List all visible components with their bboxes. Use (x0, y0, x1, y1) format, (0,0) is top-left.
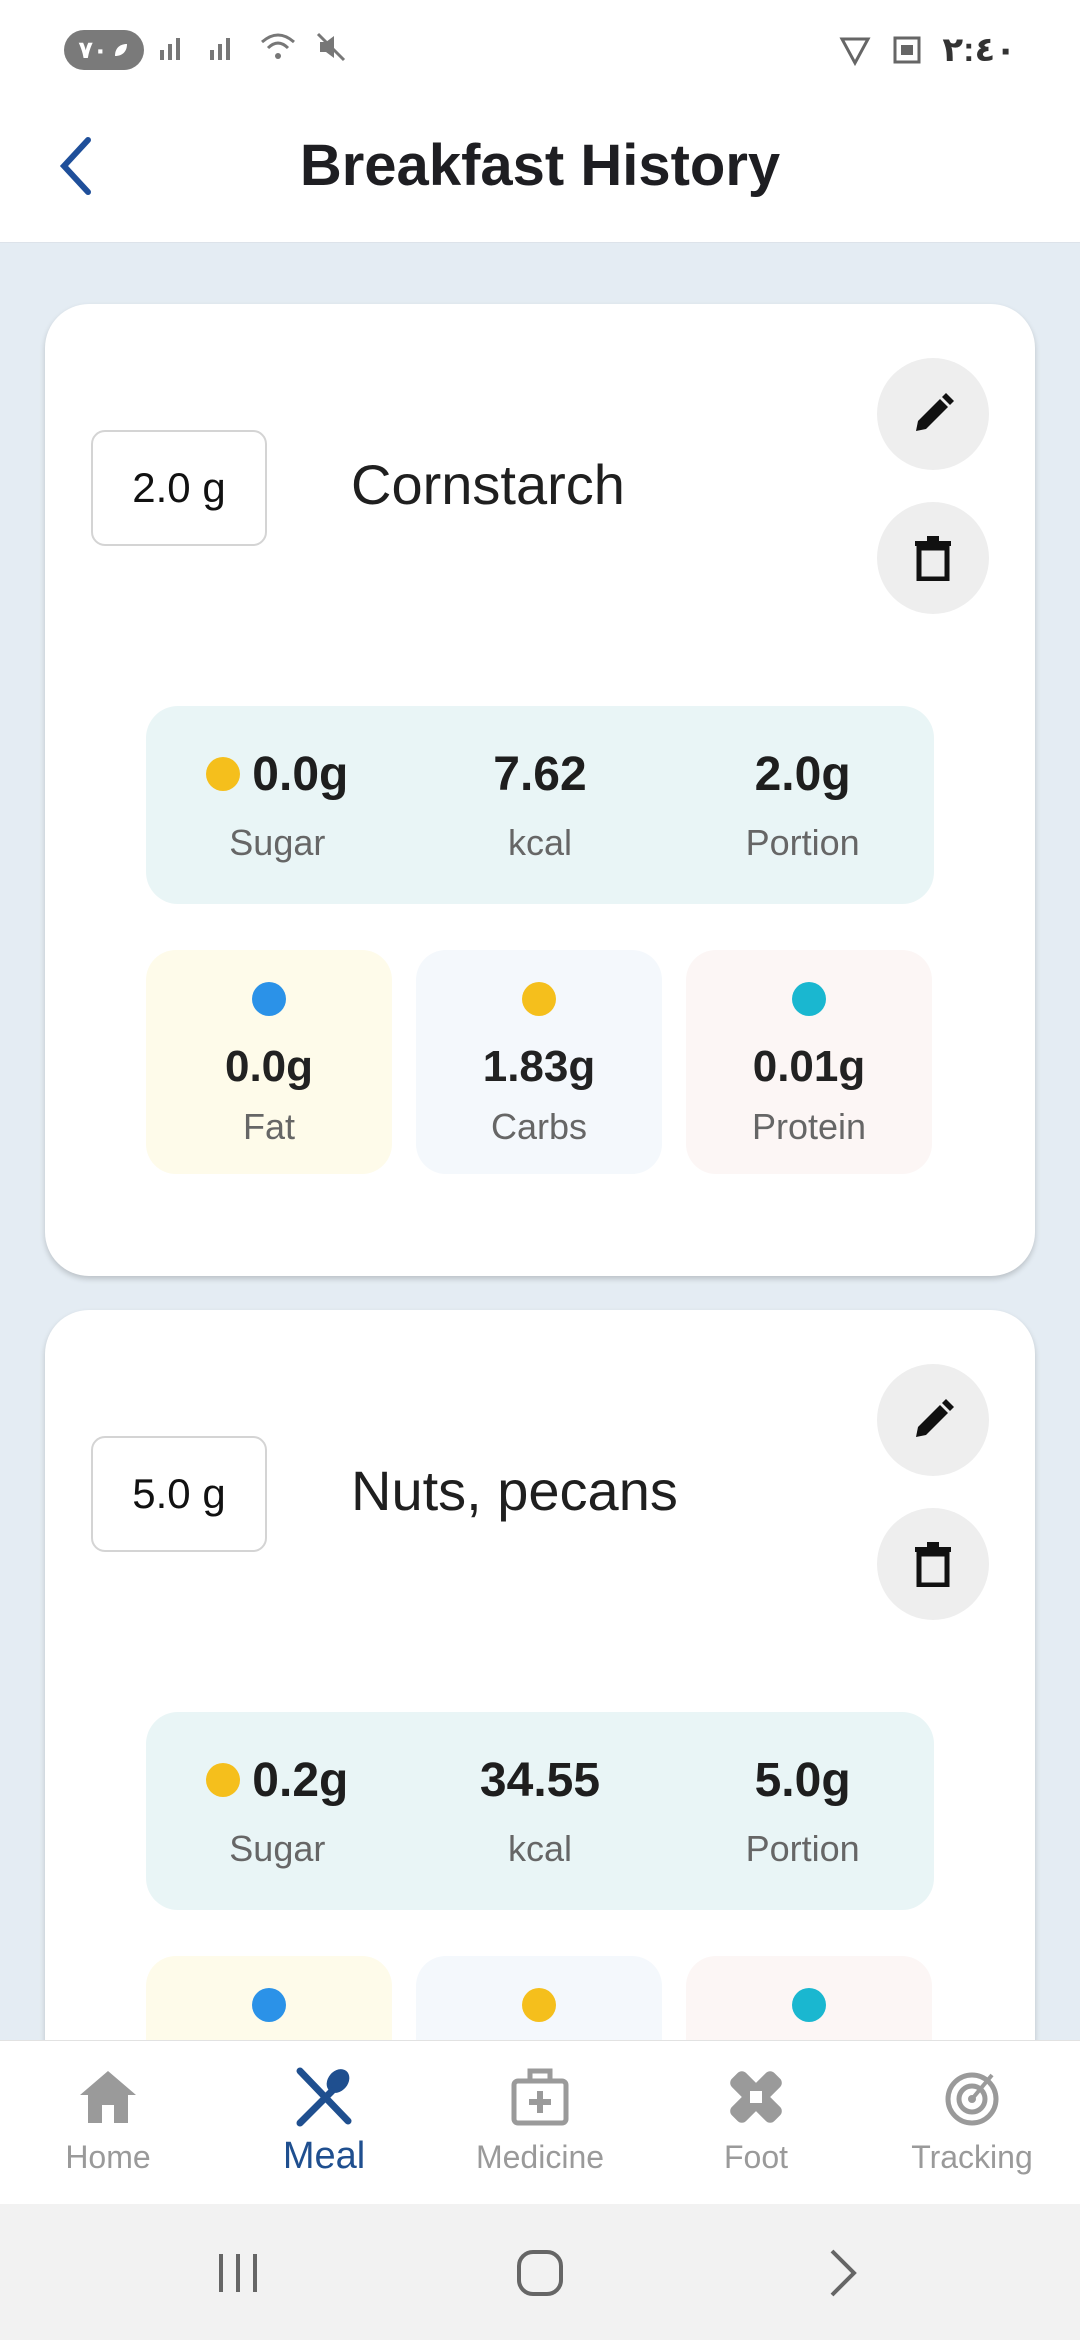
nav-tracking-label: Tracking (911, 2139, 1033, 2175)
nav-foot[interactable]: Foot (648, 2041, 864, 2205)
signal-icon (210, 38, 230, 60)
vpn-icon (839, 37, 871, 67)
status-bar: ٧٠ ٢:٤٠ (0, 0, 1080, 100)
macro-row: 0.0g Fat 1.83g Carbs 0.01g Protein (146, 950, 934, 1174)
bottom-nav: Home Meal Medicine Foot Tracking (0, 2040, 1080, 2205)
utensils-icon (296, 2067, 352, 2127)
portion-label: Portion (745, 1827, 860, 1869)
nutrition-summary: 0.2g Sugar 34.55 kcal 5.0g Portion (146, 1712, 934, 1910)
status-signal-group (158, 30, 348, 64)
nav-home[interactable]: Home (0, 2041, 216, 2205)
trash-icon (915, 536, 951, 581)
kcal-value: 34.55 (479, 1753, 601, 1807)
delete-button[interactable] (877, 502, 989, 614)
protein-value: 0.01g (752, 1042, 866, 1091)
page-title: Breakfast History (299, 133, 781, 198)
fat-label: Fat (242, 1106, 295, 1147)
carbs-tile (416, 1956, 662, 2042)
leaf-icon (114, 44, 127, 56)
clock: ٢:٤٠ (942, 31, 1016, 69)
sugar-summary: 0.0g Sugar (162, 747, 392, 864)
protein-tile: 0.01g Protein (686, 950, 932, 1174)
home-system-button[interactable] (500, 2238, 580, 2308)
fat-tile (146, 1956, 392, 2042)
edit-button[interactable] (877, 358, 989, 470)
portion-summary: 5.0g Portion (688, 1753, 918, 1870)
screenshot-icon (893, 36, 921, 64)
quantity-box: 5.0 g (91, 1436, 267, 1552)
mute-icon (316, 32, 346, 62)
sugar-dot-icon (206, 757, 241, 791)
protein-label: Protein (751, 1106, 867, 1147)
nav-tracking[interactable]: Tracking (864, 2041, 1080, 2205)
portion-value: 2.0g (754, 747, 851, 801)
protein-dot-icon (792, 1988, 826, 2022)
carbs-dot-icon (522, 982, 556, 1016)
signal-icon (160, 38, 180, 60)
fat-dot-icon (252, 982, 286, 1016)
medical-kit-icon (511, 2068, 569, 2126)
carbs-tile: 1.83g Carbs (416, 950, 662, 1174)
edit-button[interactable] (877, 1364, 989, 1476)
sugar-summary: 0.2g Sugar (162, 1753, 392, 1870)
sugar-dot-icon (206, 1763, 241, 1797)
delete-button[interactable] (877, 1508, 989, 1620)
sugar-label: Sugar (229, 1827, 326, 1869)
target-icon (945, 2072, 999, 2126)
kcal-label: kcal (507, 1827, 572, 1869)
status-right-group: ٢:٤٠ (838, 30, 1016, 70)
protein-dot-icon (792, 982, 826, 1016)
battery-level: ٧٠ (78, 36, 108, 64)
protein-tile (686, 1956, 932, 2042)
portion-summary: 2.0g Portion (688, 747, 918, 864)
meal-history-list[interactable]: 2.0 g Cornstarch 0.0g Sugar 7.62 kcal 2.… (0, 242, 1080, 2042)
food-name: Nuts, pecans (351, 1459, 678, 1522)
kcal-summary: 7.62 kcal (425, 747, 655, 864)
trash-icon (915, 1542, 951, 1587)
meal-card: 5.0 g Nuts, pecans 0.2g Sugar 34.55 kcal… (45, 1310, 1035, 2042)
fat-tile: 0.0g Fat (146, 950, 392, 1174)
kcal-value: 7.62 (493, 747, 587, 801)
nav-medicine[interactable]: Medicine (432, 2041, 648, 2205)
kcal-label: kcal (507, 821, 572, 863)
system-nav-bar (0, 2204, 1080, 2340)
home-circle-icon (517, 2250, 563, 2296)
sugar-value: 0.0g (252, 747, 349, 801)
food-name: Cornstarch (351, 453, 625, 516)
portion-label: Portion (745, 821, 860, 863)
fat-value: 0.0g (224, 1042, 314, 1091)
portion-value: 5.0g (754, 1753, 851, 1807)
macro-row (146, 1956, 934, 2042)
carbs-dot-icon (522, 1988, 556, 2022)
nav-foot-label: Foot (723, 2139, 789, 2175)
nutrition-summary: 0.0g Sugar 7.62 kcal 2.0g Portion (146, 706, 934, 904)
meal-card: 2.0 g Cornstarch 0.0g Sugar 7.62 kcal 2.… (45, 304, 1035, 1276)
carbs-label: Carbs (490, 1106, 588, 1147)
battery-saver-pill: ٧٠ (64, 30, 144, 70)
pencil-icon (916, 1399, 954, 1437)
back-arrow-icon (830, 2249, 857, 2297)
app-header: Breakfast History (0, 100, 1080, 243)
fat-dot-icon (252, 1988, 286, 2022)
wifi-icon (261, 33, 295, 59)
sugar-value: 0.2g (252, 1753, 349, 1807)
back-system-button[interactable] (802, 2238, 882, 2308)
bandage-icon (730, 2071, 782, 2123)
recents-icon (219, 2254, 257, 2292)
nav-meal-label: Meal (282, 2135, 366, 2177)
carbs-value: 1.83g (482, 1042, 596, 1091)
home-icon (80, 2071, 136, 2123)
sugar-label: Sugar (229, 821, 326, 863)
quantity-box: 2.0 g (91, 430, 267, 546)
nav-medicine-label: Medicine (475, 2139, 605, 2175)
pencil-icon (916, 393, 954, 431)
nav-meal[interactable]: Meal (216, 2041, 432, 2205)
kcal-summary: 34.55 kcal (425, 1753, 655, 1870)
recents-button[interactable] (198, 2238, 278, 2308)
nav-home-label: Home (65, 2139, 151, 2175)
